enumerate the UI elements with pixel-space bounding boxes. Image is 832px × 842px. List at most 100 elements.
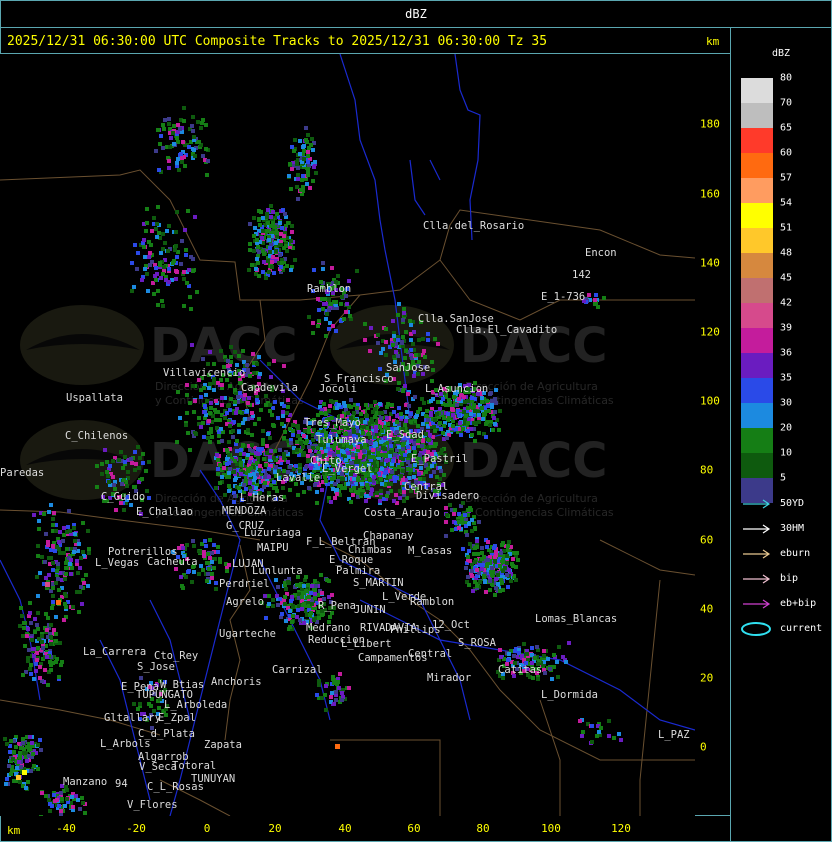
echo-pixel: [237, 423, 241, 427]
echo-pixel: [264, 403, 268, 407]
echo-pixel: [19, 765, 23, 769]
echo-pixel: [341, 477, 345, 481]
echo-pixel: [270, 265, 274, 269]
echo-pixel: [147, 496, 151, 500]
place-label: Lavalle: [276, 472, 320, 484]
echo-pixel: [409, 412, 413, 416]
place-label: L_Arbols: [100, 738, 151, 750]
echo-pixel: [274, 578, 278, 582]
echo-pixel: [130, 289, 134, 293]
echo-pixel: [129, 503, 133, 507]
echo-pixel: [203, 404, 207, 408]
echo-pixel: [269, 449, 273, 453]
scale-swatch: [741, 228, 773, 253]
echo-pixel: [436, 400, 440, 404]
echo-pixel: [38, 665, 42, 669]
echo-pixel: [172, 124, 176, 128]
echo-pixel: [480, 396, 484, 400]
echo-pixel: [335, 492, 339, 496]
echo-pixel: [185, 281, 189, 285]
echo-pixel: [229, 345, 233, 349]
echo-pixel: [311, 331, 315, 335]
echo-pixel: [300, 607, 304, 611]
echo-pixel: [403, 356, 407, 360]
echo-pixel: [216, 545, 220, 549]
watermark-name: DACC: [460, 433, 607, 489]
echo-pixel: [199, 395, 203, 399]
echo-pixel: [218, 481, 222, 485]
echo-pixel: [52, 628, 56, 632]
x-tick-label: -40: [56, 822, 76, 835]
radar-map-canvas[interactable]: DACC Dirección de Agricultura y Continge…: [0, 54, 695, 816]
echo-pixel: [54, 529, 58, 533]
echo-pixel: [344, 310, 348, 314]
echo-pixel: [208, 538, 212, 542]
echo-pixel: [389, 482, 393, 486]
echo-pixel: [36, 767, 40, 771]
scale-label: 60: [780, 147, 793, 159]
echo-pixel: [147, 460, 151, 464]
radar-map[interactable]: DACC Dirección de Agricultura y Continge…: [0, 54, 695, 816]
echo-pixel: [177, 168, 181, 172]
echo-pixel: [483, 579, 487, 583]
echo-pixel: [21, 634, 25, 638]
echo-pixel: [60, 797, 64, 801]
echo-pixel: [451, 424, 455, 428]
echo-pixel: [235, 439, 239, 443]
echo-pixel: [385, 494, 389, 498]
echo-pixel: [185, 543, 189, 547]
echo-pixel: [256, 245, 260, 249]
echo-pixel: [40, 555, 44, 559]
echo-pixel: [403, 384, 407, 388]
echo-pixel: [193, 215, 197, 219]
echo-pixel: [368, 349, 372, 353]
echo-pixel: [225, 569, 229, 573]
echo-pixel: [254, 486, 258, 490]
place-label: E_Sdad: [386, 429, 424, 441]
echo-pixel: [501, 560, 505, 564]
echo-pixel: [234, 411, 238, 415]
echo-pixel: [412, 446, 416, 450]
echo-pixel: [272, 456, 276, 460]
echo-pixel: [548, 667, 552, 671]
echo-pixel: [268, 250, 272, 254]
echo-pixel: [271, 210, 275, 214]
echo-pixel: [302, 490, 306, 494]
echo-pixel: [482, 412, 486, 416]
echo-pixel: [309, 143, 313, 147]
echo-pixel: [328, 615, 332, 619]
echo-pixel: [105, 460, 109, 464]
echo-pixel: [5, 777, 9, 781]
echo-pixel: [507, 540, 511, 544]
echo-pixel: [34, 662, 38, 666]
place-label: Luzuriaga: [244, 527, 301, 539]
place-label: L_PAZ: [658, 729, 690, 741]
echo-pixel: [368, 478, 372, 482]
echo-pixel: [64, 572, 68, 576]
echo-pixel: [162, 127, 166, 131]
echo-pixel: [425, 409, 429, 413]
place-label: Agrelo: [226, 596, 264, 608]
echo-pixel: [78, 807, 82, 811]
echo-pixel: [268, 409, 272, 413]
echo-pixel: [457, 397, 461, 401]
echo-pixel: [173, 248, 177, 252]
echo-pixel: [263, 481, 267, 485]
echo-pixel: [314, 171, 318, 175]
echo-pixel: [187, 268, 191, 272]
echo-pixel: [208, 411, 212, 415]
echo-pixel: [327, 409, 331, 413]
echo-pixel: [286, 405, 290, 409]
y-tick-label: 60: [700, 533, 714, 547]
echo-pixel: [278, 448, 282, 452]
echo-pixel: [315, 490, 319, 494]
place-label: L_Dormida: [541, 689, 598, 701]
echo-pixel: [446, 412, 450, 416]
echo-pixel: [363, 338, 367, 342]
echo-pixel: [212, 381, 216, 385]
echo-pixel: [406, 392, 410, 396]
echo-pixel: [328, 404, 332, 408]
echo-pixel: [266, 432, 270, 436]
echo-pixel: [494, 388, 498, 392]
echo-pixel: [265, 451, 269, 455]
